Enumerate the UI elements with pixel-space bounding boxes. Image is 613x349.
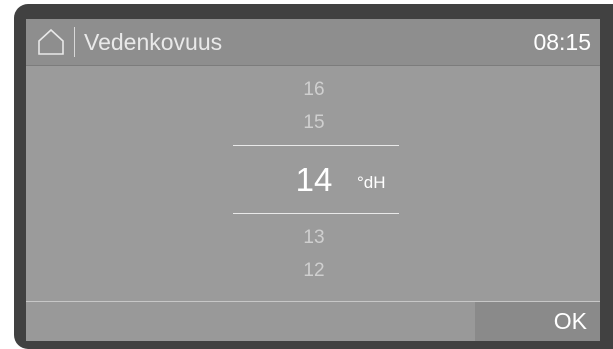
picker-option[interactable]: 12 — [266, 260, 362, 282]
picker-option[interactable]: 15 — [266, 112, 362, 134]
picker-option[interactable]: 13 — [266, 227, 362, 249]
unit-label: °dH — [357, 173, 386, 192]
picker-option[interactable]: 16 — [266, 79, 362, 101]
page-title: Vedenkovuus — [84, 29, 223, 55]
header-divider — [74, 27, 75, 57]
home-icon[interactable] — [37, 28, 65, 56]
selected-value[interactable]: 14 — [266, 161, 362, 199]
selection-line-bottom — [233, 213, 399, 214]
selection-line-top — [233, 145, 399, 146]
header-bar: Vedenkovuus 08:15 — [26, 19, 600, 66]
ok-button[interactable]: OK — [475, 302, 600, 341]
display-screen: Vedenkovuus 08:15 16 15 14 °dH 13 12 OK — [26, 19, 600, 341]
clock-time: 08:15 — [533, 29, 591, 55]
footer-bar: OK — [26, 302, 600, 341]
hardness-picker[interactable]: 16 15 14 °dH 13 12 — [26, 65, 600, 301]
